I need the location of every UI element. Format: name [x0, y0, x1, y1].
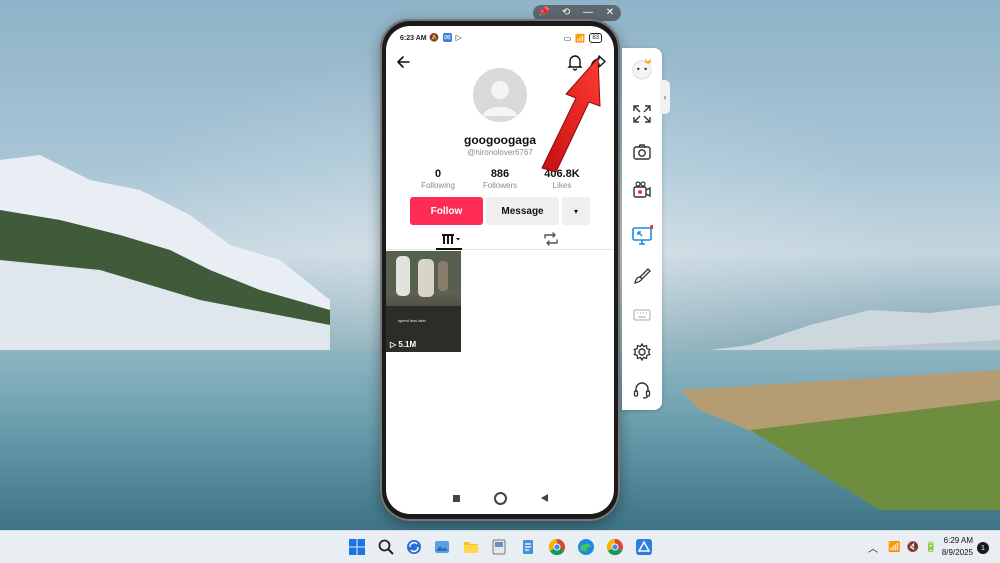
taskbar: ︿ 📶 🔇 🔋 6:29 AM 8/9/2025 1 — [0, 530, 1000, 563]
following-label: Following — [421, 181, 455, 190]
android-nav-bar — [386, 484, 614, 512]
emulator-app-icon[interactable] — [634, 537, 654, 557]
edge-icon[interactable] — [576, 537, 596, 557]
active-tab-indicator — [436, 248, 462, 250]
sync-app-icon[interactable] — [404, 537, 424, 557]
fullscreen-icon[interactable] — [630, 102, 654, 126]
clock-time: 6:29 AM — [943, 536, 973, 545]
wifi-icon: 📶 — [575, 33, 586, 43]
cast-icon: ▷ — [455, 33, 462, 42]
repost-tab-icon[interactable] — [541, 230, 561, 248]
file-explorer-icon[interactable] — [461, 537, 481, 557]
windows-start-icon[interactable] — [347, 537, 367, 557]
recents-button[interactable] — [452, 494, 460, 502]
minimize-button[interactable]: — — [581, 6, 595, 20]
photos-app-icon[interactable] — [432, 537, 452, 557]
followers-label: Followers — [482, 181, 518, 190]
wifi-tray-icon[interactable]: 📶 — [888, 542, 900, 553]
grass-shore — [680, 370, 1000, 510]
brush-icon[interactable] — [630, 264, 654, 288]
follow-button[interactable]: Follow — [410, 197, 483, 225]
notepad-icon[interactable] — [518, 537, 538, 557]
mascot-icon[interactable] — [630, 56, 654, 80]
profile-actions: Follow Message ▾ — [410, 197, 590, 225]
following-count: 0 — [434, 168, 442, 180]
chrome-profile-icon[interactable] — [605, 537, 625, 557]
more-options-button[interactable]: ▾ — [562, 197, 590, 225]
avatar[interactable] — [473, 68, 527, 122]
video-thumbnail[interactable]: spend less later ▷ 5.1M — [386, 251, 461, 352]
chevron-up-icon[interactable]: ︿ — [868, 540, 878, 555]
notification-badge[interactable]: 1 — [977, 542, 989, 554]
videos-grid-tab-icon[interactable] — [436, 230, 464, 248]
pin-icon[interactable]: 📌 — [537, 6, 551, 20]
video-view-count: 5.1M — [398, 340, 417, 349]
support-icon[interactable] — [630, 378, 654, 402]
keyboard-icon[interactable] — [630, 302, 654, 326]
default-avatar-icon — [483, 81, 517, 116]
red-arrow-annotation — [541, 56, 601, 172]
app-notification-icon: ✉ — [442, 33, 452, 42]
volume-muted-icon[interactable]: 🔇 — [906, 542, 918, 553]
chrome-icon[interactable] — [547, 537, 567, 557]
snowy-mountain-left — [0, 155, 330, 350]
status-bar: 6:23 AM 🔕 ✉ ▷ ▭ 📶 83 — [386, 26, 614, 50]
status-time: 6:23 AM — [400, 35, 427, 42]
profile-tabs — [386, 227, 614, 250]
home-button[interactable] — [493, 491, 507, 505]
video-preview-image — [386, 251, 461, 352]
rotate-icon[interactable]: ⟲ — [559, 6, 573, 20]
clock-date: 8/9/2025 — [941, 548, 973, 557]
emulator-side-toolbar — [622, 48, 662, 410]
likes-label: Likes — [552, 181, 572, 190]
settings-icon[interactable] — [630, 340, 654, 364]
sim-icon: ▭ — [563, 33, 572, 43]
screen-cast-icon[interactable] — [630, 224, 654, 248]
clock[interactable]: 6:29 AM 8/9/2025 — [935, 535, 973, 559]
screenshot-icon[interactable] — [630, 140, 654, 164]
record-icon[interactable] — [630, 178, 654, 202]
mute-icon: 🔕 — [429, 33, 439, 42]
back-button[interactable] — [540, 494, 548, 502]
back-arrow-icon[interactable] — [394, 52, 414, 72]
following-stat[interactable]: 0 Following — [410, 168, 466, 192]
search-icon[interactable] — [376, 537, 396, 557]
followers-stat[interactable]: 886 Followers — [472, 168, 528, 192]
followers-count: 886 — [490, 168, 510, 180]
close-button[interactable]: ✕ — [603, 6, 617, 20]
message-button[interactable]: Message — [486, 197, 559, 225]
video-caption: spend less later — [398, 318, 427, 323]
media-app-icon[interactable] — [489, 537, 509, 557]
battery-indicator: 83 — [589, 33, 602, 43]
collapse-toolbar-button[interactable]: ‹ — [660, 80, 670, 114]
